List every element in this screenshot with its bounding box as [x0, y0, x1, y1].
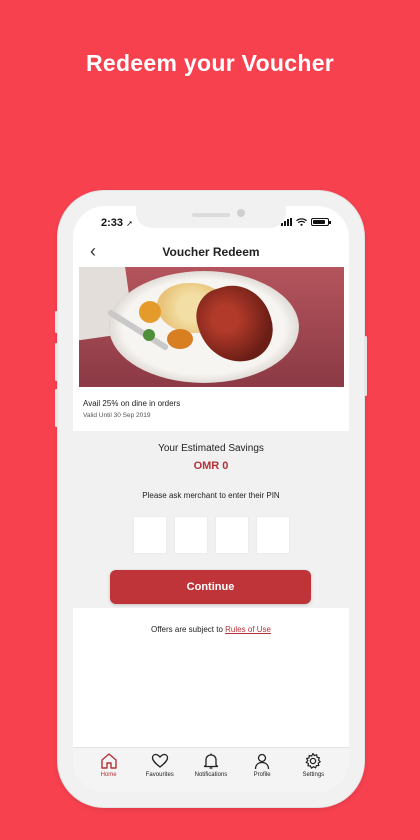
- page-headline: Redeem your Voucher: [85, 50, 335, 76]
- tab-favourites-label: Favourites: [145, 772, 174, 778]
- pin-digit-4[interactable]: [256, 516, 290, 554]
- heart-icon: [151, 753, 168, 768]
- rules-of-use-link[interactable]: Rules of Use: [225, 625, 271, 634]
- offer-validity: Valid Until 30 Sep 2019: [83, 412, 151, 419]
- bell-icon: [203, 753, 219, 769]
- speaker-grille: [192, 213, 230, 217]
- tab-home[interactable]: Home: [85, 752, 133, 792]
- pin-digit-2[interactable]: [174, 516, 208, 554]
- phone-notch: [136, 206, 286, 228]
- tab-notifications-label: Notifications: [194, 772, 228, 778]
- location-icon: ➚: [126, 219, 133, 228]
- gear-icon: [305, 752, 322, 769]
- tab-notifications[interactable]: Notifications: [187, 752, 235, 792]
- phone-frame: 2:33 ➚ ‹ Voucher Redeem Avail 25% on din…: [55, 191, 367, 807]
- pin-digit-1[interactable]: [133, 516, 167, 554]
- page-title: Voucher Redeem: [162, 245, 260, 259]
- pin-input-row: [133, 516, 290, 554]
- terms-notice: Offers are subject to Rules of Use: [73, 625, 349, 634]
- tab-profile-label: Profile: [253, 772, 271, 778]
- home-icon: [100, 753, 117, 769]
- savings-value: OMR 0: [193, 460, 229, 472]
- tab-settings[interactable]: Settings: [289, 752, 337, 792]
- bottom-tab-bar: Home Favourites Notifications Profile Se…: [73, 747, 349, 792]
- front-camera: [237, 209, 245, 217]
- phone-power-button: [364, 336, 367, 396]
- battery-icon: [311, 218, 331, 226]
- offer-title: Avail 25% on dine in orders: [83, 399, 181, 408]
- phone-volume-up-button: [55, 343, 58, 381]
- pin-prompt: Please ask merchant to enter their PIN: [142, 491, 280, 500]
- status-icons: [281, 218, 331, 226]
- continue-button[interactable]: Continue: [110, 570, 311, 604]
- tab-settings-label: Settings: [302, 772, 325, 778]
- wifi-icon: [296, 218, 307, 226]
- terms-text: Offers are subject to: [151, 625, 223, 634]
- user-icon: [255, 753, 270, 770]
- status-time: 2:33 ➚: [101, 217, 133, 229]
- nav-header: ‹ Voucher Redeem: [73, 240, 349, 264]
- tab-home-label: Home: [100, 772, 117, 778]
- phone-volume-down-button: [55, 389, 58, 427]
- tab-profile[interactable]: Profile: [238, 752, 286, 792]
- phone-side-button: [55, 311, 58, 333]
- app-screen: 2:33 ➚ ‹ Voucher Redeem Avail 25% on din…: [73, 206, 349, 792]
- voucher-image: [79, 267, 344, 387]
- tab-favourites[interactable]: Favourites: [136, 752, 184, 792]
- pin-digit-3[interactable]: [215, 516, 249, 554]
- status-time-text: 2:33: [101, 217, 124, 229]
- savings-panel: Your Estimated Savings OMR 0 Please ask …: [73, 431, 349, 608]
- savings-label: Your Estimated Savings: [158, 443, 264, 454]
